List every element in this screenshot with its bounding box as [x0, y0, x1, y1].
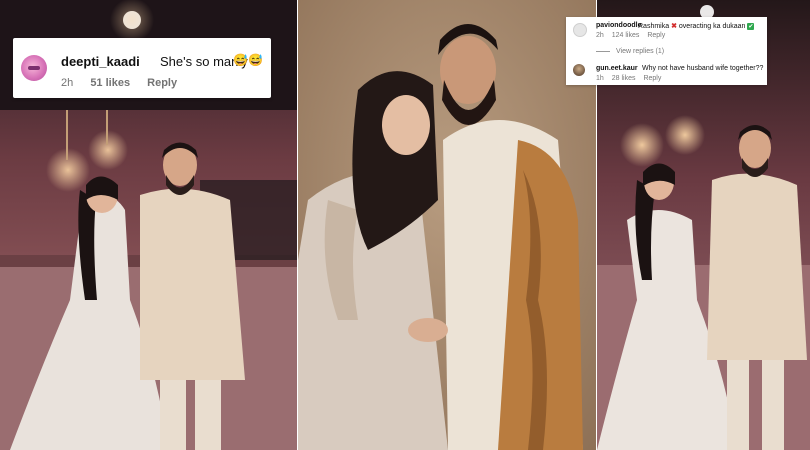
- comment-meta: 2h 51 likes Reply: [61, 77, 191, 89]
- comment-username[interactable]: deepti_kaadi: [61, 54, 140, 69]
- comment-time: 2h: [61, 77, 74, 89]
- cross-mark-icon: ✖: [671, 23, 677, 30]
- view-replies-link[interactable]: View replies (1): [596, 48, 664, 55]
- comment-meta: 1h 28 likes Reply: [596, 75, 667, 82]
- comment-likes[interactable]: 124 likes: [612, 32, 640, 39]
- reply-button[interactable]: Reply: [147, 77, 177, 89]
- comment-text: Why not have husband wife together??: [642, 65, 764, 72]
- sweat-smile-emoji: 😅😅: [233, 53, 263, 67]
- comment-likes[interactable]: 51 likes: [90, 77, 130, 89]
- center-portrait-photo: [298, 0, 596, 450]
- comment-time: 2h: [596, 32, 604, 39]
- reply-button[interactable]: Reply: [643, 75, 661, 82]
- comment-username[interactable]: gun.eet.kaur: [596, 65, 638, 72]
- comment-username[interactable]: paviondoodle: [596, 22, 642, 29]
- user-avatar[interactable]: [573, 64, 585, 76]
- comment-meta: 2h 124 likes Reply: [596, 32, 671, 39]
- comment-card-thread: paviondoodle Rashmika ✖ overacting ka du…: [566, 17, 767, 85]
- comment-card-deepti: deepti_kaadi She's so manly 😅😅 2h 51 lik…: [13, 38, 271, 98]
- reply-button[interactable]: Reply: [647, 32, 665, 39]
- user-avatar-placeholder[interactable]: [573, 23, 587, 37]
- check-mark-icon: ✔: [747, 23, 755, 30]
- comment-text: Rashmika ✖ overacting ka dukaan ✔: [638, 23, 755, 30]
- comment-likes[interactable]: 28 likes: [612, 75, 636, 82]
- comment-time: 1h: [596, 75, 604, 82]
- user-avatar[interactable]: [21, 55, 47, 81]
